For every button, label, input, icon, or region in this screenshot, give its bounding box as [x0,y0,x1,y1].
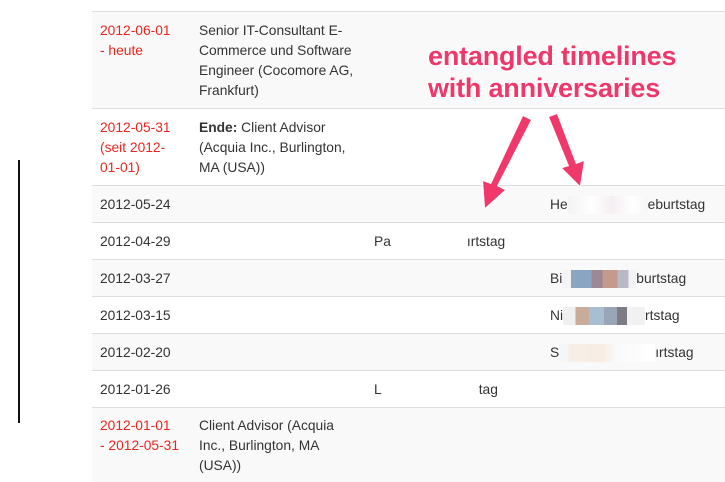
date-cell: 2012-06-01 - heute [100,21,192,61]
anniversary-text: S [550,345,560,360]
annotation-line: entangled timelines [428,41,677,71]
redacted-block [559,344,656,363]
table-row: 2012-03-27 Bi burtstag [92,259,725,296]
date-cell: 2012-03-15 [100,308,171,323]
anniversary-text: Ni [550,308,564,323]
date-cell: 2012-04-29 [100,234,171,249]
date-text: - heute [100,43,143,58]
anniversary-cell: Ni rtstag [550,306,680,326]
annotation-line: with anniversaries [428,73,661,103]
redacted-block [567,196,648,215]
job-cell: Ende: Client Advisor (Acquia Inc., Burli… [199,118,379,178]
date-cell: 2012-05-31 (seit 2012- 01-01) [100,118,192,178]
table-row: 2012-05-31 (seit 2012- 01-01) Ende: Clie… [92,108,725,185]
job-text: MA (USA)) [199,160,265,175]
anniversary-cell: Ltag [374,380,498,400]
table-row: 2012-01-26 Ltag [92,370,725,407]
date-cell: 2012-03-27 [100,271,171,286]
anniversary-text: Pa [374,234,391,249]
table-row: 2012-04-29 Pa ırtstag [92,222,725,259]
date-text: 2012-06-01 [100,23,171,38]
date-text: (seit 2012- [100,140,166,155]
date-cell: 2012-02-20 [100,345,171,360]
date-text: 01-01) [100,160,140,175]
table-row: 2012-05-24 He eburtstag [92,185,725,222]
anniversary-cell: Bi burtstag [550,269,686,289]
job-cell: Senior IT-Consultant E- Commerce und Sof… [199,21,369,101]
job-end-label: Ende: [199,120,238,135]
date-cell: 2012-01-01 - 2012-05-31 [100,416,192,456]
anniversary-cell: He eburtstag [550,195,705,215]
job-text: Engineer (Cocomore AG, [199,63,354,78]
job-text: Client Advisor [237,120,326,135]
anniversary-cell: Pa ırtstag [374,232,505,252]
redacted-block [390,233,467,252]
table-row: 2012-01-01 - 2012-05-31 Client Advisor (… [92,407,725,482]
table-row: 2012-02-20 Sırtstag [92,333,725,370]
table-row: 2012-03-15 Ni rtstag [92,296,725,333]
anniversary-text: tag [478,382,498,397]
anniversary-text: L [374,382,382,397]
anniversary-text: He [550,197,568,212]
job-text: Frankfurt) [199,83,259,98]
date-cell: 2012-05-24 [100,197,171,212]
job-text: Commerce und Software [199,43,352,58]
job-text: Inc., Burlington, MA [199,438,320,453]
anniversary-text: eburtstag [647,197,706,212]
redacted-block [381,381,479,400]
redacted-block [562,270,637,289]
anniversary-text: ırtstag [655,345,694,360]
anniversary-cell: Sırtstag [550,343,694,363]
anniversary-text: burtstag [636,271,687,286]
date-cell: 2012-01-26 [100,382,171,397]
date-text: 2012-01-01 [100,418,171,433]
job-text: Senior IT-Consultant E- [199,23,343,38]
anniversary-text: Bi [550,271,563,286]
anniversary-text: rtstag [645,308,680,323]
job-cell: Client Advisor (Acquia Inc., Burlington,… [199,416,379,476]
anniversary-text: ırtstag [466,234,506,249]
job-text: (Acquia Inc., Burlington, [199,140,346,155]
job-text: Client Advisor (Acquia [199,418,334,433]
left-border-line [18,160,20,423]
job-text: (USA)) [199,458,242,473]
date-text: 2012-05-31 [100,120,171,135]
date-text: - 2012-05-31 [100,438,180,453]
screenshot-page: 2012-06-01 - heute Senior IT-Consultant … [0,0,725,482]
annotation-text: entangled timelines with anniversaries [428,40,718,104]
redacted-block [563,307,646,326]
